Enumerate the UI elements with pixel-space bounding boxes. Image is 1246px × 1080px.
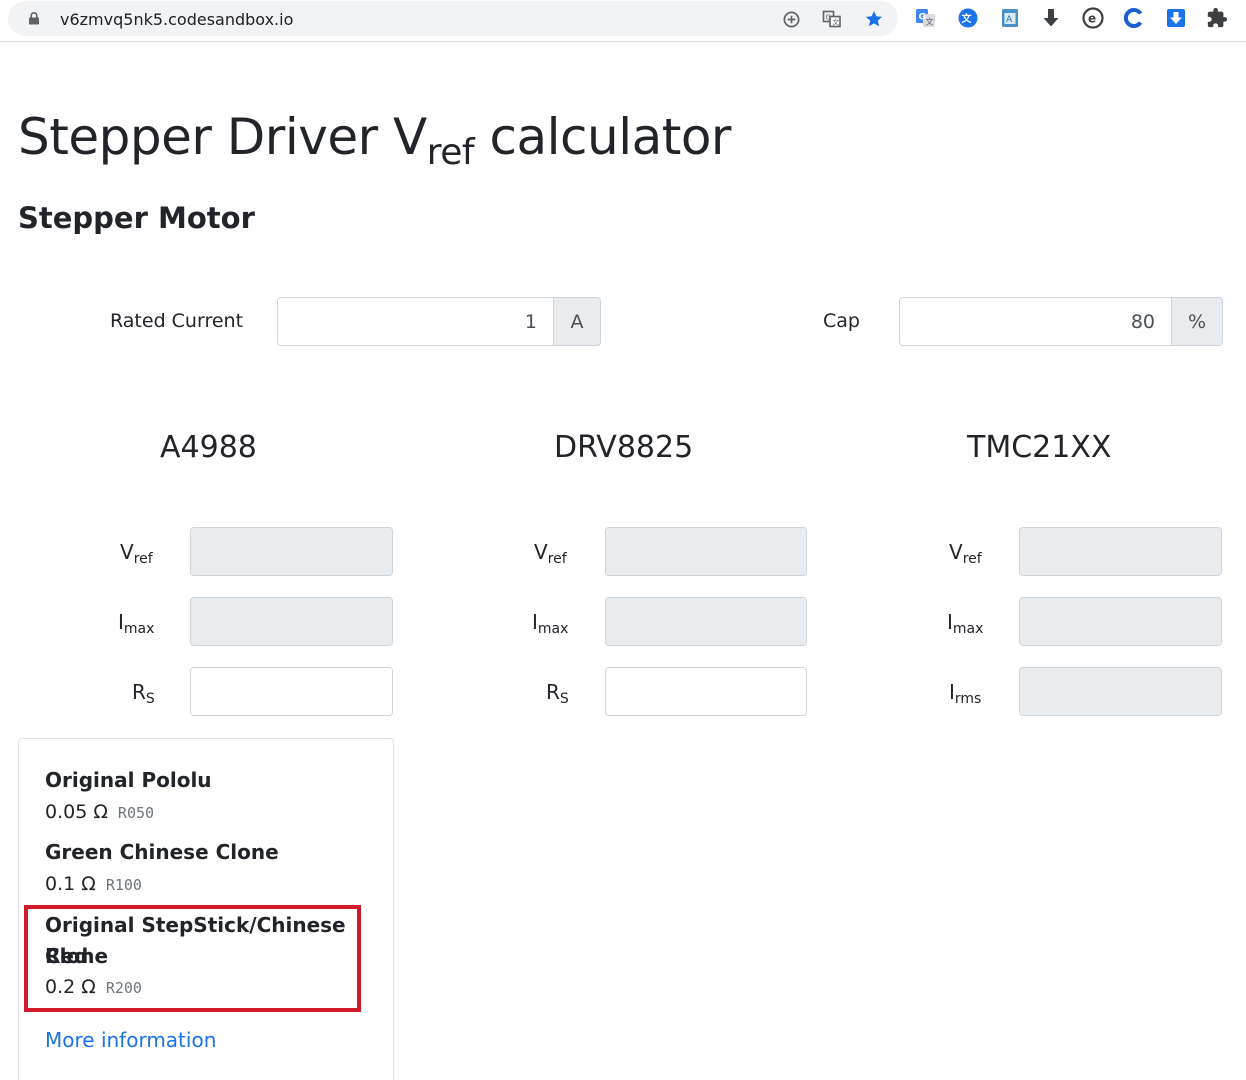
rated-current-group: A [277,297,601,346]
a4988-rs-label: RS [132,680,155,707]
svg-text:A: A [1006,15,1013,25]
tmc21xx-irms-output [1020,668,1221,715]
a4988-rs-label-main: R [132,680,146,704]
drv8825-vref-label: Vref [534,540,567,567]
address-bar[interactable]: v6zmvq5nk5.codesandbox.io G文 [8,1,898,36]
rated-current-unit: A [553,298,600,345]
tmc21xx-vref-label-sub: ref [962,551,982,567]
drv8825-vref-group: V [605,527,807,576]
tmc21xx-vref-label: Vref [949,540,982,567]
option-code-green-clone: R100 [105,876,142,894]
drv8825-imax-label-sub: max [537,621,569,637]
option-value-stepstick-ohm: 0.2 Ω [45,976,96,998]
ext-c-icon[interactable] [1123,7,1145,29]
page-title-sub: ref [426,132,475,173]
option-code-pololu: R050 [117,804,155,822]
option-value-stepstick: 0.2 Ω R200 [45,976,142,998]
drv8825-vref-label-main: V [534,540,548,564]
zoom-plus-icon[interactable] [781,9,801,29]
a4988-imax-label: Imax [118,610,154,637]
a4988-imax-label-sub: max [123,621,155,637]
drv8825-rs-group: Ω [605,667,807,716]
option-name-pololu: Original Pololu [45,768,212,792]
svg-text:G: G [826,14,831,22]
more-information-link[interactable]: More information [45,1028,216,1052]
section-title-stepper-motor: Stepper Motor [18,201,255,235]
a4988-rs-group: Ω [190,667,393,716]
drv8825-rs-label: RS [546,680,569,707]
option-value-pololu: 0.05 Ω R050 [45,801,154,823]
svg-text:文: 文 [962,12,973,25]
tmc21xx-imax-label: Imax [947,610,983,637]
a4988-vref-label: Vref [120,540,153,567]
page-title: Stepper Driver Vref calculator [18,108,731,173]
rated-current-label: Rated Current [110,310,244,332]
drv8825-imax-output [606,598,806,645]
a4988-vref-label-main: V [120,540,134,564]
a4988-rs-label-sub: S [145,691,155,707]
page-title-main: Stepper Driver V [18,108,427,166]
sense-resistor-card: Original Pololu 0.05 Ω R050 Green Chines… [18,738,394,1080]
google-translate-icon[interactable]: G文 [915,7,937,29]
tmc21xx-imax-group: Ω [1019,597,1222,646]
download-box-icon[interactable] [1165,7,1187,29]
download-arrow-icon[interactable] [1040,7,1062,29]
lock-icon[interactable] [28,12,40,25]
page-title-rest: calculator [474,108,731,166]
option-code-stepstick: R200 [105,979,142,997]
a4988-imax-output [191,598,392,645]
translate-globe-icon[interactable]: 文 [957,7,979,29]
browser-toolbar: v6zmvq5nk5.codesandbox.io G文 G文 文 A e [0,0,1246,42]
drv8825-imax-label: Imax [532,610,568,637]
option-value-green-clone: 0.1 Ω R100 [45,873,142,895]
cap-input[interactable] [900,298,1171,345]
a4988-imax-group: Ω [190,597,393,646]
cap-group: % [899,297,1223,346]
svg-text:文: 文 [832,18,839,27]
svg-text:文: 文 [926,17,934,27]
tmc21xx-vref-group: V [1019,527,1222,576]
drv8825-rs-label-main: R [546,680,560,704]
drv8825-vref-output [606,528,806,575]
tmc21xx-imax-output [1020,598,1221,645]
ext-e-icon[interactable]: e [1082,7,1104,29]
calendar-ext-icon[interactable]: A [999,7,1021,29]
svg-text:e: e [1088,12,1096,26]
tmc21xx-imax-label-sub: max [952,621,984,637]
driver-title-tmc21xx: TMC21XX [967,430,1112,465]
a4988-rs-input[interactable] [191,668,392,715]
a4988-vref-label-sub: ref [133,551,153,567]
tmc21xx-vref-output [1020,528,1221,575]
a4988-vref-group: V [190,527,393,576]
translate-icon[interactable]: G文 [822,9,842,29]
driver-title-drv8825: DRV8825 [554,430,694,465]
cap-label: Cap [823,310,860,332]
puzzle-icon[interactable] [1206,7,1228,29]
cap-unit: % [1171,298,1222,345]
url-text[interactable]: v6zmvq5nk5.codesandbox.io [60,10,293,29]
tmc21xx-irms-label: Irms [949,680,981,707]
option-value-green-clone-ohm: 0.1 Ω [45,873,96,895]
drv8825-vref-label-sub: ref [547,551,567,567]
tmc21xx-irms-label-sub: rms [954,691,982,707]
tmc21xx-vref-label-main: V [949,540,963,564]
drv8825-rs-input[interactable] [606,668,806,715]
a4988-vref-output [191,528,392,575]
rated-current-input[interactable] [278,298,553,345]
drv8825-rs-label-sub: S [559,691,569,707]
tmc21xx-irms-group: Ω [1019,667,1222,716]
option-value-pololu-ohm: 0.05 Ω [45,801,108,823]
driver-title-a4988: A4988 [160,430,257,465]
option-name-stepstick-line2: Clone [45,944,109,968]
bookmark-star-icon[interactable] [864,9,884,29]
option-name-green-clone: Green Chinese Clone [45,840,279,864]
drv8825-imax-group: Ω [605,597,807,646]
